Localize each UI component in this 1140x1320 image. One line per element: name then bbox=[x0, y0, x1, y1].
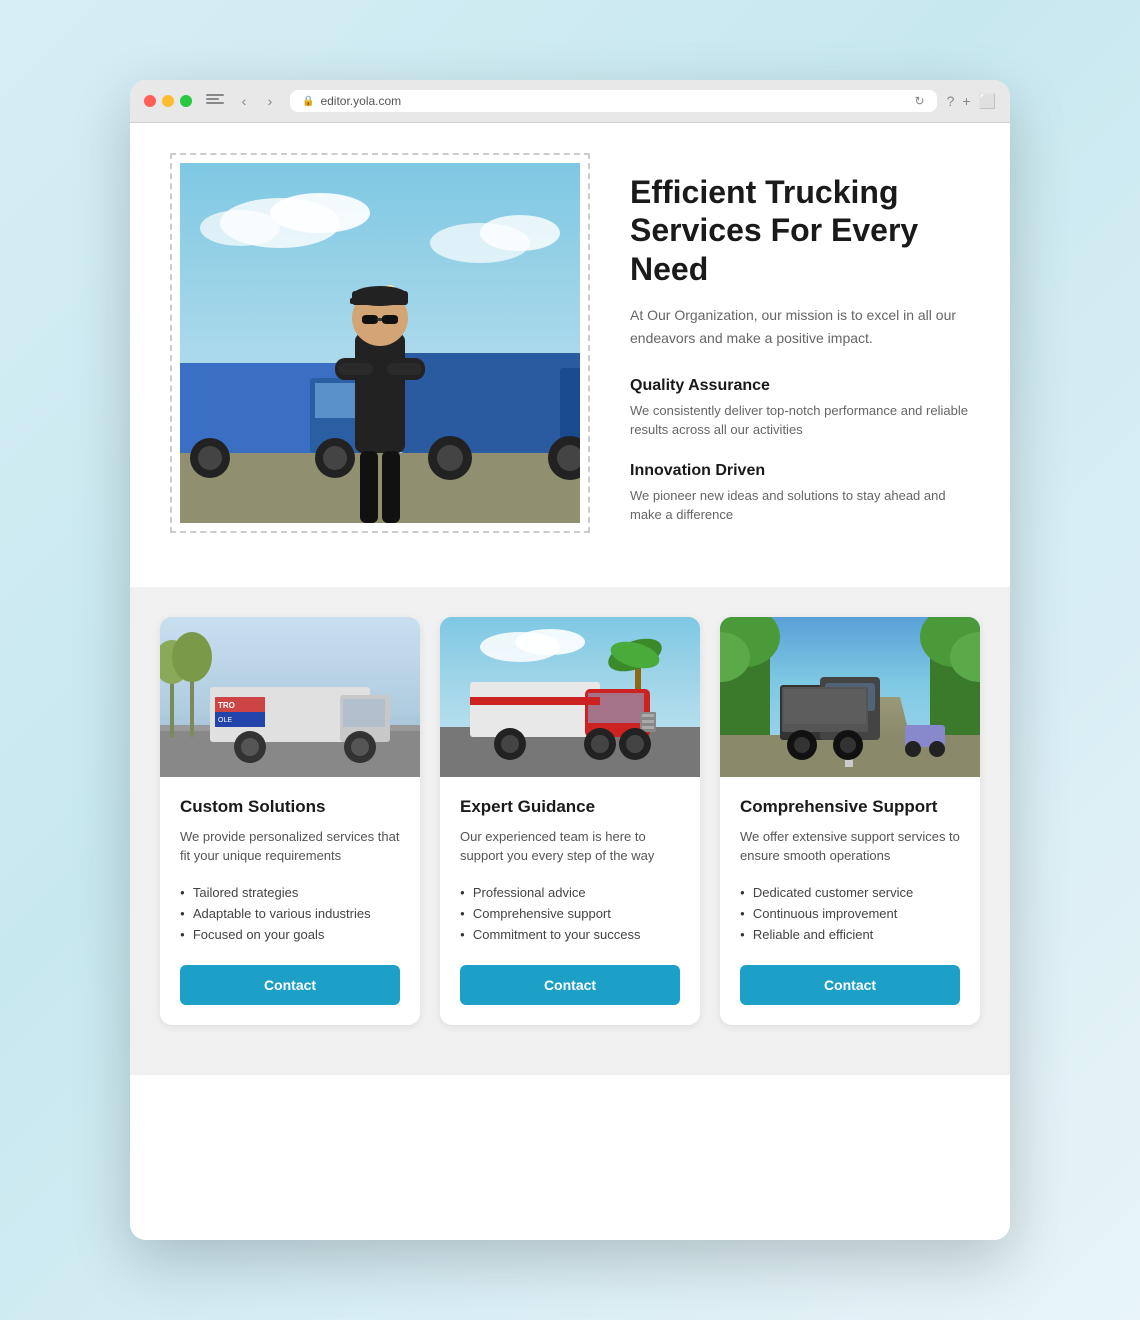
svg-text:TRO: TRO bbox=[218, 701, 235, 710]
card3-list: Dedicated customer service Continuous im… bbox=[740, 882, 960, 945]
back-button[interactable]: ‹ bbox=[234, 91, 254, 111]
share-icon[interactable]: ⬜ bbox=[979, 93, 996, 110]
card2-list: Professional advice Comprehensive suppor… bbox=[460, 882, 680, 945]
traffic-lights bbox=[144, 95, 192, 107]
card-body-1: Custom Solutions We provide personalized… bbox=[160, 777, 420, 1025]
list-item: Professional advice bbox=[460, 882, 680, 903]
browser-chrome: ‹ › 🔒 editor.yola.com ↻ ? + ⬜ bbox=[130, 80, 1010, 123]
hero-image-wrapper bbox=[170, 153, 590, 538]
feature-quality-desc: We consistently deliver top-notch perfor… bbox=[630, 401, 970, 440]
feature-innovation-desc: We pioneer new ideas and solutions to st… bbox=[630, 486, 970, 525]
card-image-2 bbox=[440, 617, 700, 777]
card-body-2: Expert Guidance Our experienced team is … bbox=[440, 777, 700, 1025]
card-comprehensive-support: Comprehensive Support We offer extensive… bbox=[720, 617, 980, 1025]
feature-quality: Quality Assurance We consistently delive… bbox=[630, 377, 970, 440]
list-item: Continuous improvement bbox=[740, 903, 960, 924]
hero-image bbox=[180, 163, 580, 523]
card3-desc: We offer extensive support services to e… bbox=[740, 827, 960, 866]
minimize-dot[interactable] bbox=[162, 95, 174, 107]
hero-section: Efficient Trucking Services For Every Ne… bbox=[130, 123, 1010, 587]
card1-desc: We provide personalized services that fi… bbox=[180, 827, 400, 866]
card2-contact-button[interactable]: Contact bbox=[460, 965, 680, 1005]
feature-quality-title: Quality Assurance bbox=[630, 377, 970, 395]
feature-innovation: Innovation Driven We pioneer new ideas a… bbox=[630, 462, 970, 525]
lock-icon: 🔒 bbox=[302, 96, 314, 107]
card-image-3 bbox=[720, 617, 980, 777]
card-body-3: Comprehensive Support We offer extensive… bbox=[720, 777, 980, 1025]
card2-desc: Our experienced team is here to support … bbox=[460, 827, 680, 866]
card1-title: Custom Solutions bbox=[180, 797, 400, 817]
feature-innovation-title: Innovation Driven bbox=[630, 462, 970, 480]
list-item: Comprehensive support bbox=[460, 903, 680, 924]
card3-truck-svg bbox=[720, 617, 980, 777]
card-expert-guidance: Expert Guidance Our experienced team is … bbox=[440, 617, 700, 1025]
toolbar-right: ? + ⬜ bbox=[947, 93, 996, 110]
browser-content: Efficient Trucking Services For Every Ne… bbox=[130, 123, 1010, 1240]
url-text: editor.yola.com bbox=[320, 94, 401, 108]
svg-text:OLE: OLE bbox=[218, 717, 232, 724]
list-item: Reliable and efficient bbox=[740, 924, 960, 945]
maximize-dot[interactable] bbox=[180, 95, 192, 107]
card2-truck-svg bbox=[440, 617, 700, 777]
browser-window: ‹ › 🔒 editor.yola.com ↻ ? + ⬜ bbox=[130, 80, 1010, 1240]
list-item: Focused on your goals bbox=[180, 924, 400, 945]
dashed-border bbox=[170, 153, 590, 533]
cards-grid: TRO OLE Custom Solutions We provide pers… bbox=[160, 617, 980, 1025]
hero-title: Efficient Trucking Services For Every Ne… bbox=[630, 173, 970, 288]
card1-list: Tailored strategies Adaptable to various… bbox=[180, 882, 400, 945]
card3-title: Comprehensive Support bbox=[740, 797, 960, 817]
card1-truck-svg: TRO OLE bbox=[160, 617, 420, 777]
card-image-1: TRO OLE bbox=[160, 617, 420, 777]
card1-contact-button[interactable]: Contact bbox=[180, 965, 400, 1005]
hero-subtitle: At Our Organization, our mission is to e… bbox=[630, 304, 970, 349]
card2-title: Expert Guidance bbox=[460, 797, 680, 817]
card-custom-solutions: TRO OLE Custom Solutions We provide pers… bbox=[160, 617, 420, 1025]
add-icon[interactable]: + bbox=[962, 93, 970, 109]
reload-icon[interactable]: ↻ bbox=[915, 94, 925, 108]
card3-contact-button[interactable]: Contact bbox=[740, 965, 960, 1005]
nav-buttons: ‹ › bbox=[234, 91, 280, 111]
list-item: Tailored strategies bbox=[180, 882, 400, 903]
forward-button[interactable]: › bbox=[260, 91, 280, 111]
list-item: Commitment to your success bbox=[460, 924, 680, 945]
tab-icon bbox=[206, 94, 224, 108]
cards-section: TRO OLE Custom Solutions We provide pers… bbox=[130, 587, 1010, 1075]
hero-trucks-svg bbox=[180, 163, 580, 523]
list-item: Adaptable to various industries bbox=[180, 903, 400, 924]
close-dot[interactable] bbox=[144, 95, 156, 107]
help-icon[interactable]: ? bbox=[947, 93, 955, 109]
hero-text: Efficient Trucking Services For Every Ne… bbox=[630, 153, 970, 547]
address-bar[interactable]: 🔒 editor.yola.com ↻ bbox=[290, 90, 937, 112]
list-item: Dedicated customer service bbox=[740, 882, 960, 903]
